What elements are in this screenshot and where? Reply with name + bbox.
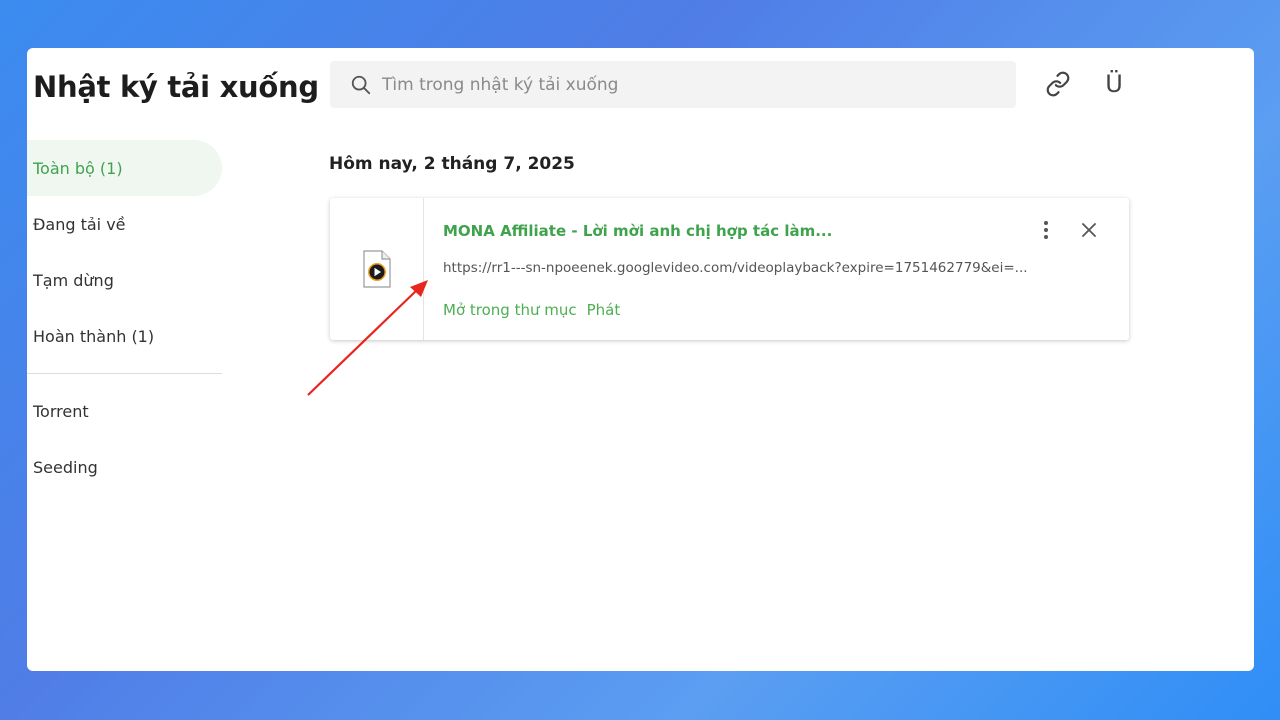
download-url: https://rr1---sn-npoeenek.googlevideo.co… <box>443 260 1028 276</box>
download-item: MONA Affiliate - Lời mời anh chị hợp tác… <box>330 198 1129 340</box>
open-in-folder-link[interactable]: Mở trong thư mục <box>443 301 577 319</box>
sidebar-item-seeding[interactable]: Seeding <box>27 439 222 495</box>
magnet-icon: Ü <box>1105 70 1123 98</box>
date-heading: Hôm nay, 2 tháng 7, 2025 <box>329 154 575 174</box>
sidebar: Toàn bộ (1) Đang tải về Tạm dừng Hoàn th… <box>27 140 222 495</box>
video-file-icon <box>362 250 391 288</box>
download-file-name[interactable]: MONA Affiliate - Lời mời anh chị hợp tác… <box>443 222 832 240</box>
page-title: Nhật ký tải xuống <box>33 70 319 104</box>
sidebar-item-all[interactable]: Toàn bộ (1) <box>27 140 222 196</box>
sidebar-item-paused[interactable]: Tạm dừng <box>27 252 222 308</box>
search-bar[interactable] <box>330 61 1016 108</box>
play-link[interactable]: Phát <box>587 301 621 319</box>
download-thumbnail <box>330 198 424 340</box>
add-link-button[interactable] <box>1042 68 1074 100</box>
close-icon <box>1082 223 1096 237</box>
sidebar-item-completed[interactable]: Hoàn thành (1) <box>27 308 222 364</box>
magnet-button[interactable]: Ü <box>1098 68 1130 100</box>
sidebar-item-torrent[interactable]: Torrent <box>27 383 222 439</box>
download-details: MONA Affiliate - Lời mời anh chị hợp tác… <box>424 198 1129 340</box>
sidebar-divider <box>27 373 222 374</box>
remove-download-button[interactable] <box>1077 218 1101 242</box>
downloads-window: Nhật ký tải xuống Toàn bộ (1) Đang tải v… <box>27 48 1254 671</box>
more-vertical-icon <box>1044 221 1048 239</box>
download-actions: Mở trong thư mục Phát <box>443 301 620 319</box>
more-options-button[interactable] <box>1034 218 1058 242</box>
search-icon <box>351 75 371 94</box>
link-icon <box>1046 71 1070 97</box>
search-input[interactable] <box>382 74 1016 95</box>
sidebar-item-downloading[interactable]: Đang tải về <box>27 196 222 252</box>
